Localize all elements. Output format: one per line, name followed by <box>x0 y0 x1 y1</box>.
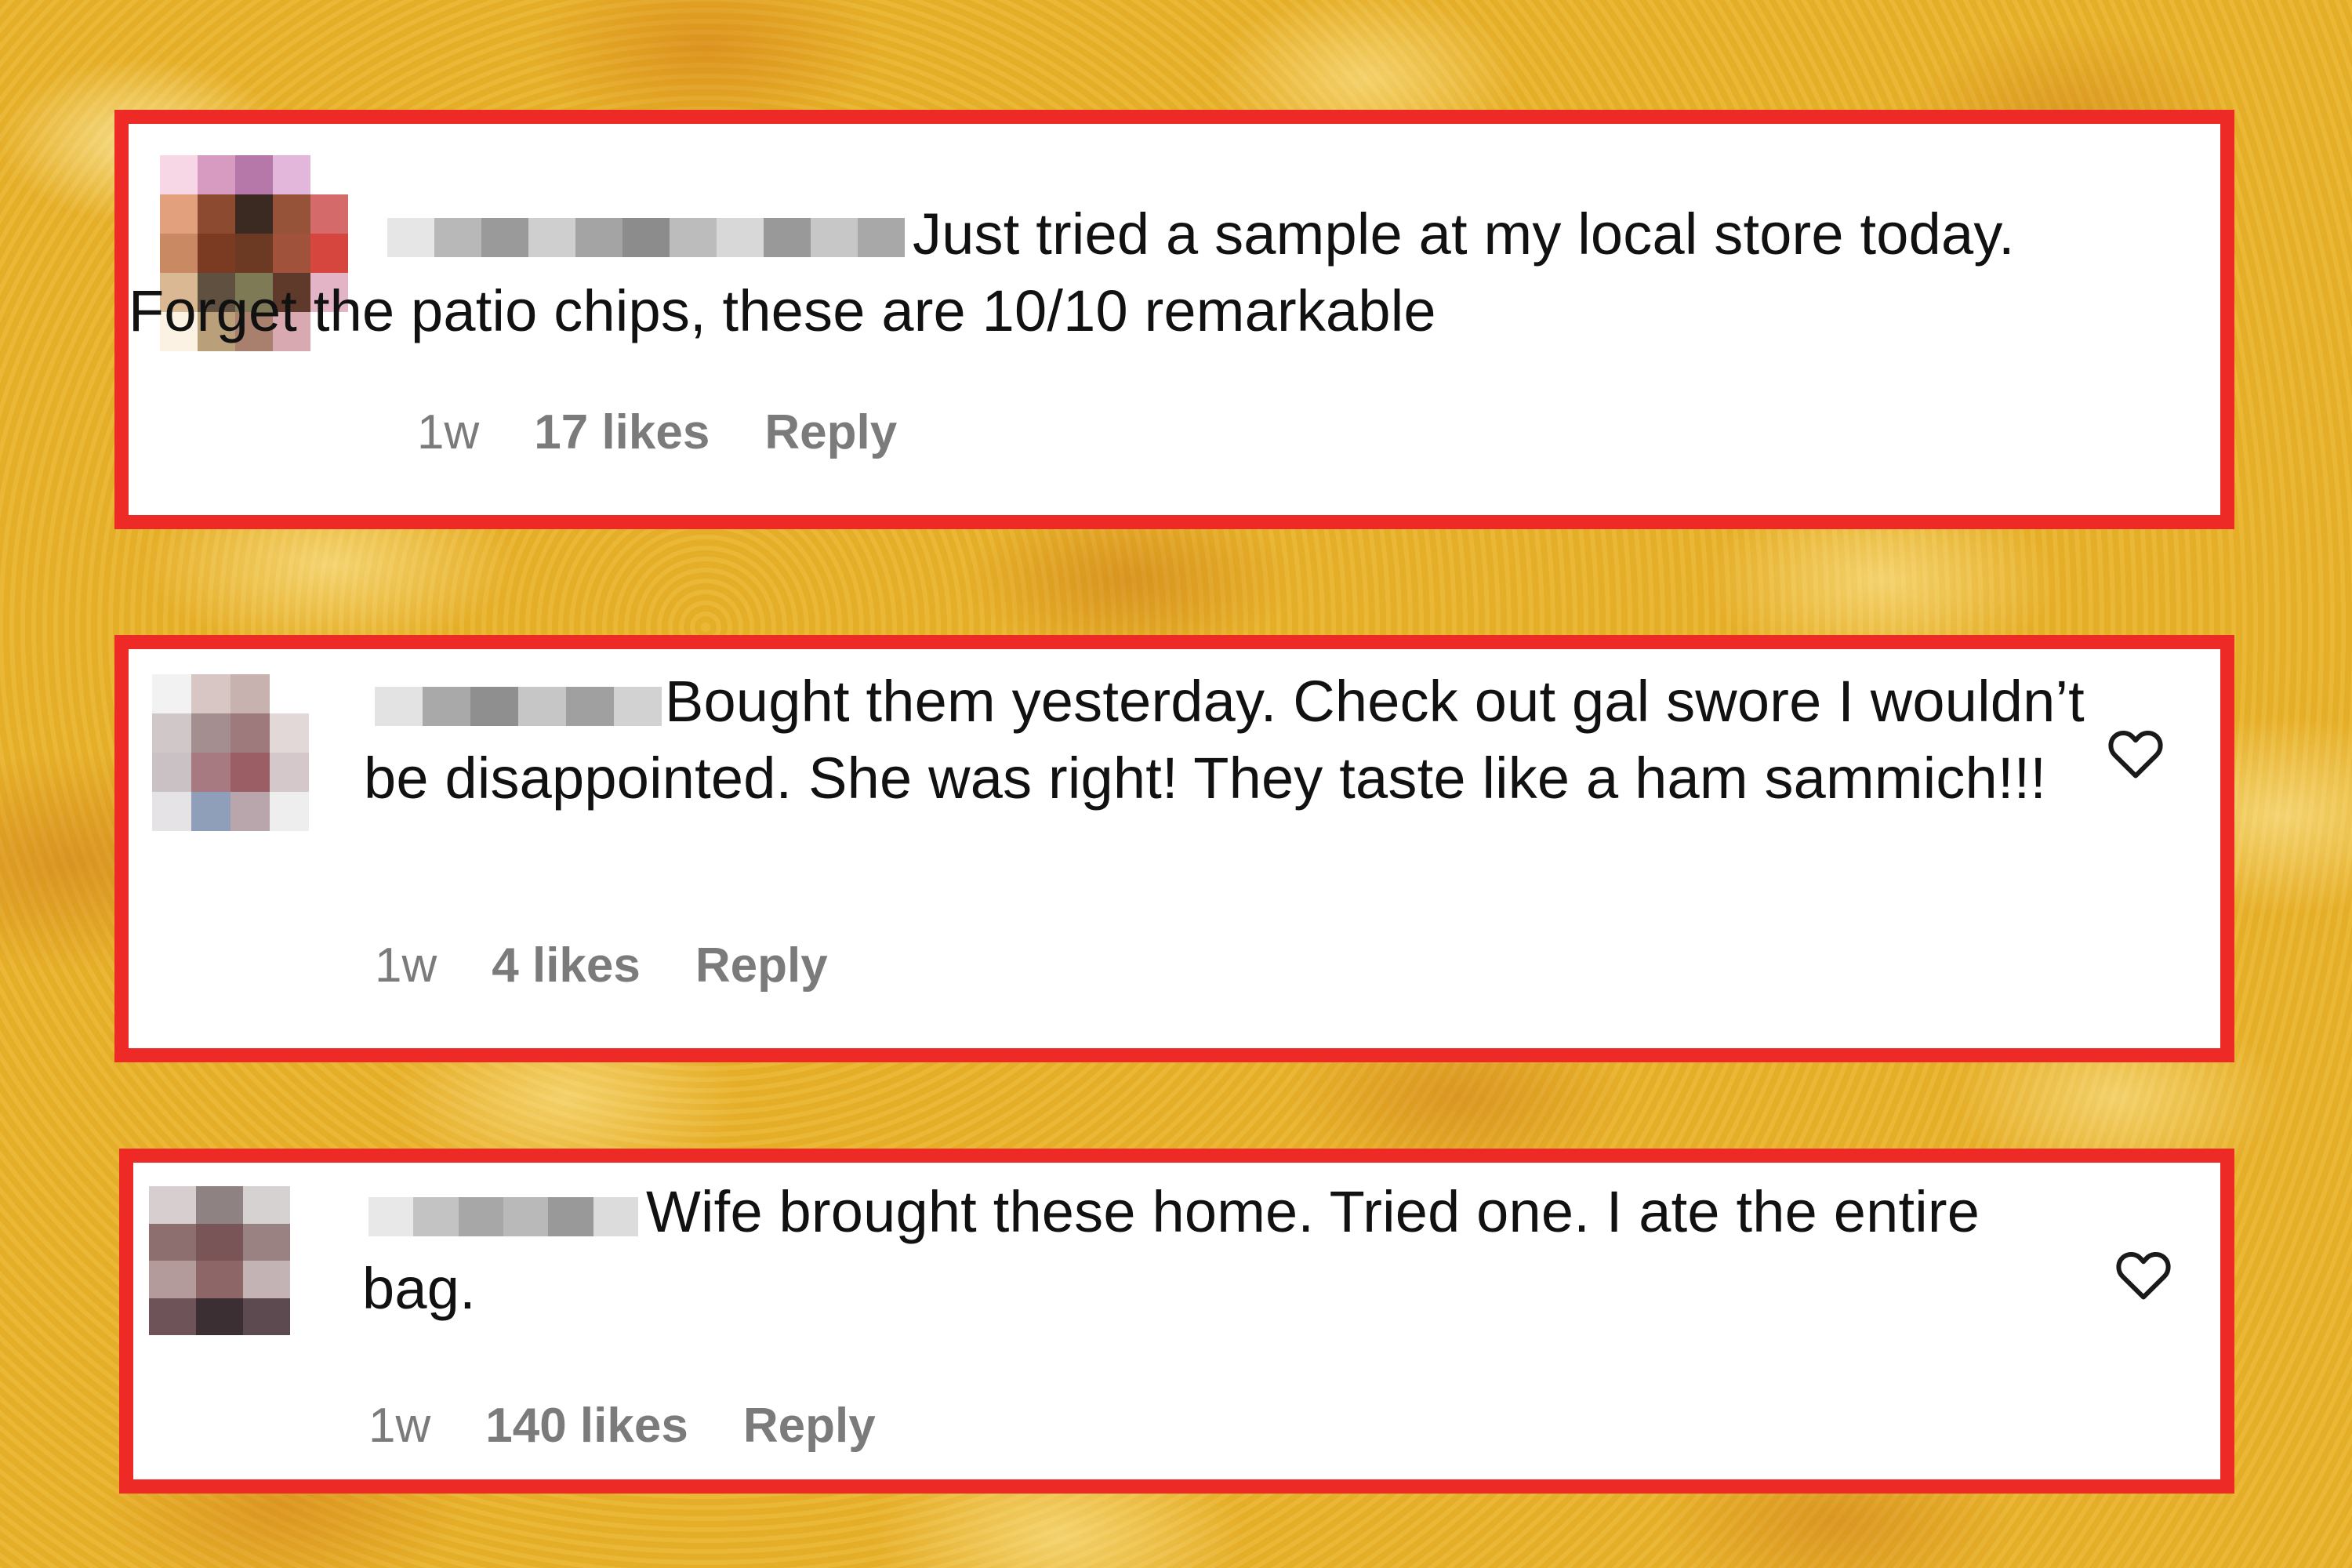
comment-text: Wife brought these home. Tried one. I at… <box>362 1179 1980 1321</box>
comment-meta: 1w 4 likes Reply <box>375 938 828 993</box>
comment-card: Just tried a sample at my local store to… <box>114 110 2234 529</box>
comment-time: 1w <box>368 1399 431 1453</box>
comment-time: 1w <box>417 405 480 459</box>
comment-text: Just tried a sample at my local store to… <box>129 201 2015 343</box>
heart-icon[interactable] <box>2115 1249 2172 1301</box>
likes-count[interactable]: 140 likes <box>485 1398 688 1454</box>
comment-meta: 1w 140 likes Reply <box>368 1398 876 1454</box>
avatar[interactable] <box>149 1186 290 1335</box>
comment-card: Bought them yesterday. Check out gal swo… <box>114 635 2234 1062</box>
comment-text: Bought them yesterday. Check out gal swo… <box>364 669 2085 811</box>
comment-card: Wife brought these home. Tried one. I at… <box>119 1149 2234 1494</box>
comment-time: 1w <box>375 938 437 993</box>
reply-button[interactable]: Reply <box>743 1398 876 1454</box>
heart-icon[interactable] <box>2107 728 2164 779</box>
likes-count[interactable]: 4 likes <box>492 938 641 993</box>
comment-meta: 1w 17 likes Reply <box>417 405 897 460</box>
avatar[interactable] <box>152 674 309 831</box>
likes-count[interactable]: 17 likes <box>534 405 710 460</box>
reply-button[interactable]: Reply <box>695 938 828 993</box>
reply-button[interactable]: Reply <box>764 405 897 460</box>
